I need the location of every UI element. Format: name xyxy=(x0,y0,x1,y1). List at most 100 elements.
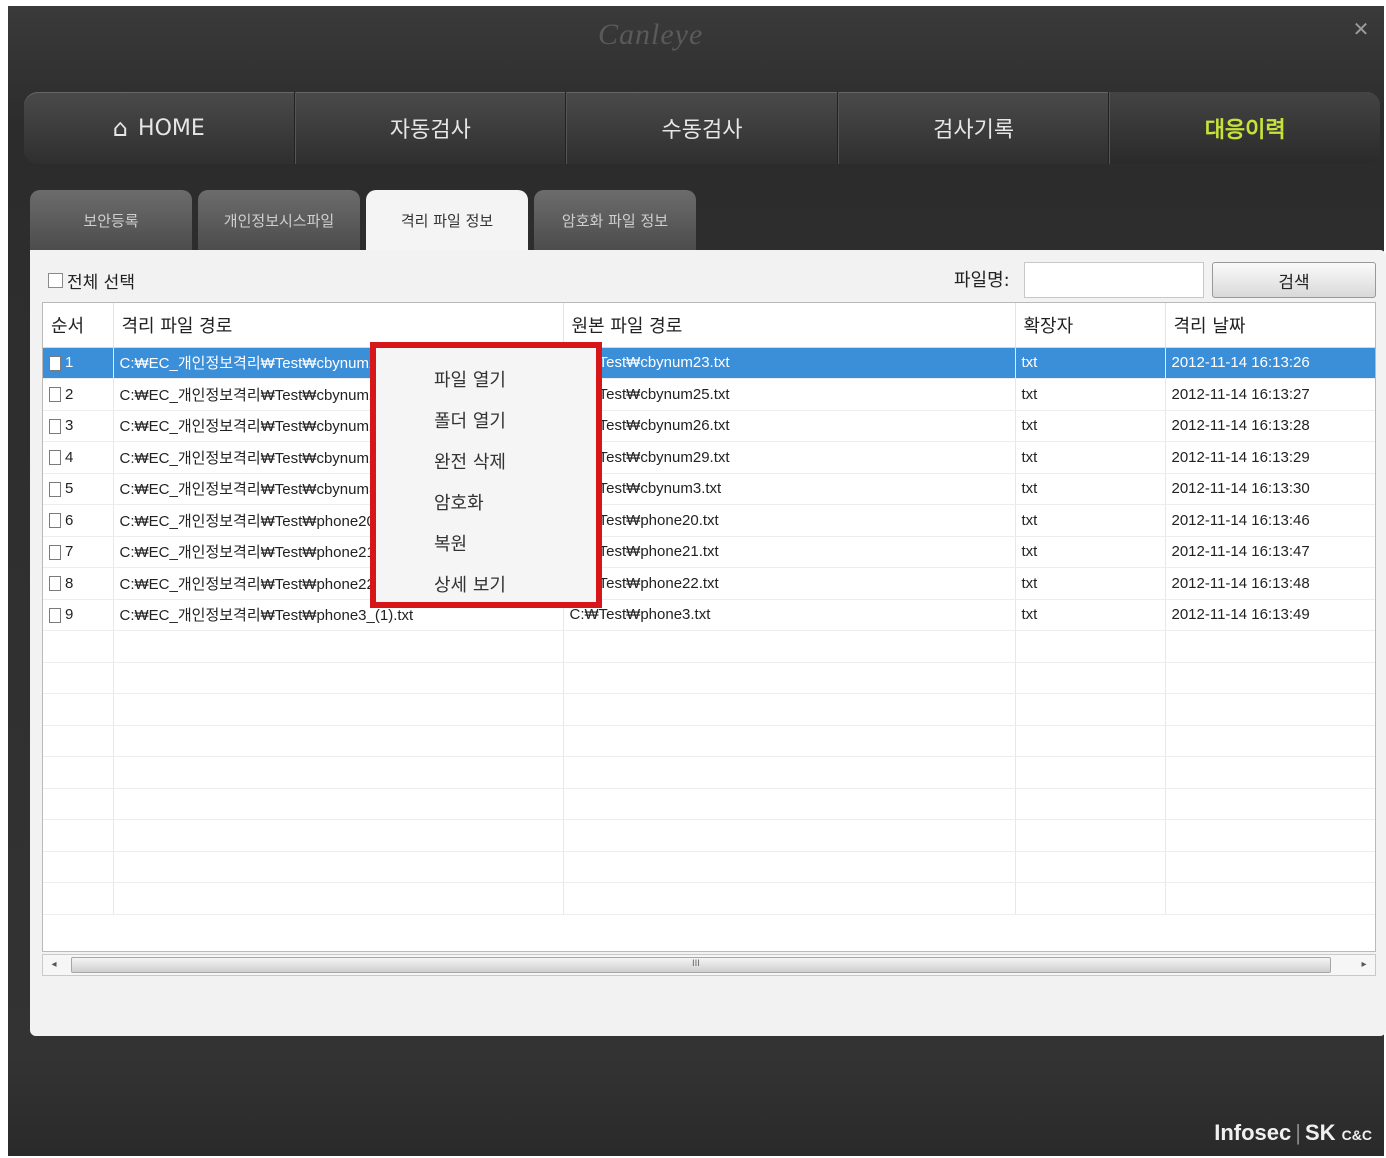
cell-ext: txt xyxy=(1015,441,1166,474)
tab-encrypted-files[interactable]: 암호화 파일 정보 xyxy=(534,190,696,250)
tab-security-register[interactable]: 보안등록 xyxy=(30,190,192,250)
empty-cell xyxy=(113,882,564,915)
empty-row xyxy=(43,788,1375,820)
table-row[interactable]: 4 C:₩EC_개인정보격리₩Test₩cbynum29.txt C:₩Test₩c… xyxy=(43,441,1375,474)
sub-tabs: 보안등록 개인정보시스파일 격리 파일 정보 암호화 파일 정보 xyxy=(30,190,696,250)
horizontal-scrollbar[interactable]: ◂ III ▸ xyxy=(42,954,1376,976)
select-all-label: 전체 선택 xyxy=(67,273,135,293)
cell-original-path: C:₩Test₩phone20.txt xyxy=(563,504,1016,537)
row-number: 1 xyxy=(65,354,74,372)
empty-cell xyxy=(1015,819,1166,852)
brand-name: Infosec xyxy=(1214,1120,1292,1145)
empty-cell xyxy=(43,756,114,789)
cell-ext: txt xyxy=(1015,378,1166,411)
menu-permanent-delete[interactable]: 완전 삭제 xyxy=(376,442,596,483)
row-order-cell[interactable]: 2 xyxy=(43,378,114,411)
row-number: 6 xyxy=(65,511,74,529)
checkbox-icon[interactable] xyxy=(48,273,63,288)
menu-open-folder[interactable]: 폴더 열기 xyxy=(376,401,596,442)
search-button[interactable]: 검색 xyxy=(1212,262,1376,298)
empty-cell xyxy=(563,882,1016,915)
row-order-cell[interactable]: 8 xyxy=(43,567,114,600)
table-row[interactable]: 5 C:₩EC_개인정보격리₩Test₩cbynum3.txt C:₩Test₩cb… xyxy=(43,473,1375,505)
empty-cell xyxy=(1165,630,1375,663)
scroll-right-icon[interactable]: ▸ xyxy=(1353,955,1375,975)
table-row[interactable]: 1 C:₩EC_개인정보격리₩Test₩cbynum23.txt C:₩Test₩c… xyxy=(43,347,1375,379)
empty-cell xyxy=(113,819,564,852)
menu-open-file[interactable]: 파일 열기 xyxy=(376,360,596,401)
empty-cell xyxy=(43,693,114,726)
empty-row xyxy=(43,756,1375,789)
empty-cell xyxy=(1015,788,1166,820)
brand-partner-sub: C&C xyxy=(1341,1127,1372,1143)
cell-original-path: C:₩Test₩phone3.txt xyxy=(563,599,1016,631)
filename-input[interactable] xyxy=(1024,262,1204,298)
row-order-cell[interactable]: 5 xyxy=(43,473,114,505)
empty-cell xyxy=(1165,788,1375,820)
row-number: 5 xyxy=(65,480,74,498)
menu-encrypt[interactable]: 암호화 xyxy=(376,483,596,524)
row-number: 3 xyxy=(65,417,74,435)
empty-cell xyxy=(1015,693,1166,726)
cell-date: 2012-11-14 16:13:29 xyxy=(1165,441,1375,474)
nav-response-history[interactable]: 대응이력 xyxy=(1109,92,1380,164)
app-logo: Canleye xyxy=(598,18,704,51)
tab-personal-info-files[interactable]: 개인정보시스파일 xyxy=(198,190,360,250)
brand-partner: SK xyxy=(1304,1120,1336,1145)
column-header-order[interactable]: 순서 xyxy=(43,303,114,348)
select-all-checkbox[interactable]: 전체 선택 xyxy=(48,268,135,293)
nav-home[interactable]: ⌂ HOME xyxy=(24,92,295,164)
cell-original-path: C:₩Test₩cbynum26.txt xyxy=(563,410,1016,442)
row-number: 9 xyxy=(65,606,74,624)
column-header-extension[interactable]: 확장자 xyxy=(1015,303,1166,348)
empty-cell xyxy=(43,725,114,757)
tab-quarantine-files[interactable]: 격리 파일 정보 xyxy=(366,190,528,250)
cell-original-path: C:₩Test₩cbynum25.txt xyxy=(563,378,1016,411)
cell-ext: txt xyxy=(1015,473,1166,505)
cell-ext: txt xyxy=(1015,599,1166,631)
empty-cell xyxy=(563,851,1016,883)
empty-cell xyxy=(563,725,1016,757)
table-row[interactable]: 7 C:₩EC_개인정보격리₩Test₩phone21.txt C:₩Test₩ph… xyxy=(43,536,1375,568)
row-order-cell[interactable]: 3 xyxy=(43,410,114,442)
cell-ext: txt xyxy=(1015,504,1166,537)
column-header-quarantine-path[interactable]: 격리 파일 경로 xyxy=(113,303,564,348)
nav-auto-scan[interactable]: 자동검사 xyxy=(294,92,567,164)
empty-cell xyxy=(43,882,114,915)
filename-label: 파일명: xyxy=(954,270,1010,291)
table-row[interactable]: 3 C:₩EC_개인정보격리₩Test₩cbynum26.txt C:₩Test₩c… xyxy=(43,410,1375,442)
main-nav: ⌂ HOME 자동검사 수동검사 검사기록 대응이력 xyxy=(24,92,1380,164)
empty-cell xyxy=(113,630,564,663)
menu-restore[interactable]: 복원 xyxy=(376,524,596,565)
empty-row xyxy=(43,725,1375,757)
empty-cell xyxy=(1165,662,1375,694)
scroll-left-icon[interactable]: ◂ xyxy=(43,955,65,975)
empty-cell xyxy=(563,693,1016,726)
row-order-cell[interactable]: 7 xyxy=(43,536,114,568)
cell-date: 2012-11-14 16:13:47 xyxy=(1165,536,1375,568)
empty-cell xyxy=(1015,662,1166,694)
nav-manual-scan[interactable]: 수동검사 xyxy=(566,92,838,164)
context-menu: 파일 열기 폴더 열기 완전 삭제 암호화 복원 상세 보기 xyxy=(370,342,602,608)
file-icon xyxy=(49,607,61,623)
empty-row xyxy=(43,630,1375,663)
table-row[interactable]: 8 C:₩EC_개인정보격리₩Test₩phone22.txt C:₩Test₩ph… xyxy=(43,567,1375,600)
column-header-quarantine-date[interactable]: 격리 날짜 xyxy=(1165,303,1375,348)
row-order-cell[interactable]: 1 xyxy=(43,347,114,379)
table-row[interactable]: 2 C:₩EC_개인정보격리₩Test₩cbynum25.txt C:₩Test₩c… xyxy=(43,378,1375,411)
home-icon: ⌂ xyxy=(112,114,129,142)
column-header-original-path[interactable]: 원본 파일 경로 xyxy=(563,303,1016,348)
table-row[interactable]: 6 C:₩EC_개인정보격리₩Test₩phone20.txt C:₩Test₩ph… xyxy=(43,504,1375,537)
menu-view-details[interactable]: 상세 보기 xyxy=(376,565,596,606)
row-order-cell[interactable]: 4 xyxy=(43,441,114,474)
row-number: 4 xyxy=(65,448,74,466)
empty-cell xyxy=(1015,851,1166,883)
nav-scan-history[interactable]: 검사기록 xyxy=(837,92,1110,164)
row-order-cell[interactable]: 6 xyxy=(43,504,114,537)
table-row[interactable]: 9 C:₩EC_개인정보격리₩Test₩phone3_(1).txt C:₩Test… xyxy=(43,599,1375,631)
row-order-cell[interactable]: 9 xyxy=(43,599,114,631)
empty-cell xyxy=(1165,725,1375,757)
empty-cell xyxy=(1165,756,1375,789)
close-button[interactable]: ✕ xyxy=(1348,16,1374,42)
scrollbar-thumb[interactable]: III xyxy=(71,957,1331,973)
